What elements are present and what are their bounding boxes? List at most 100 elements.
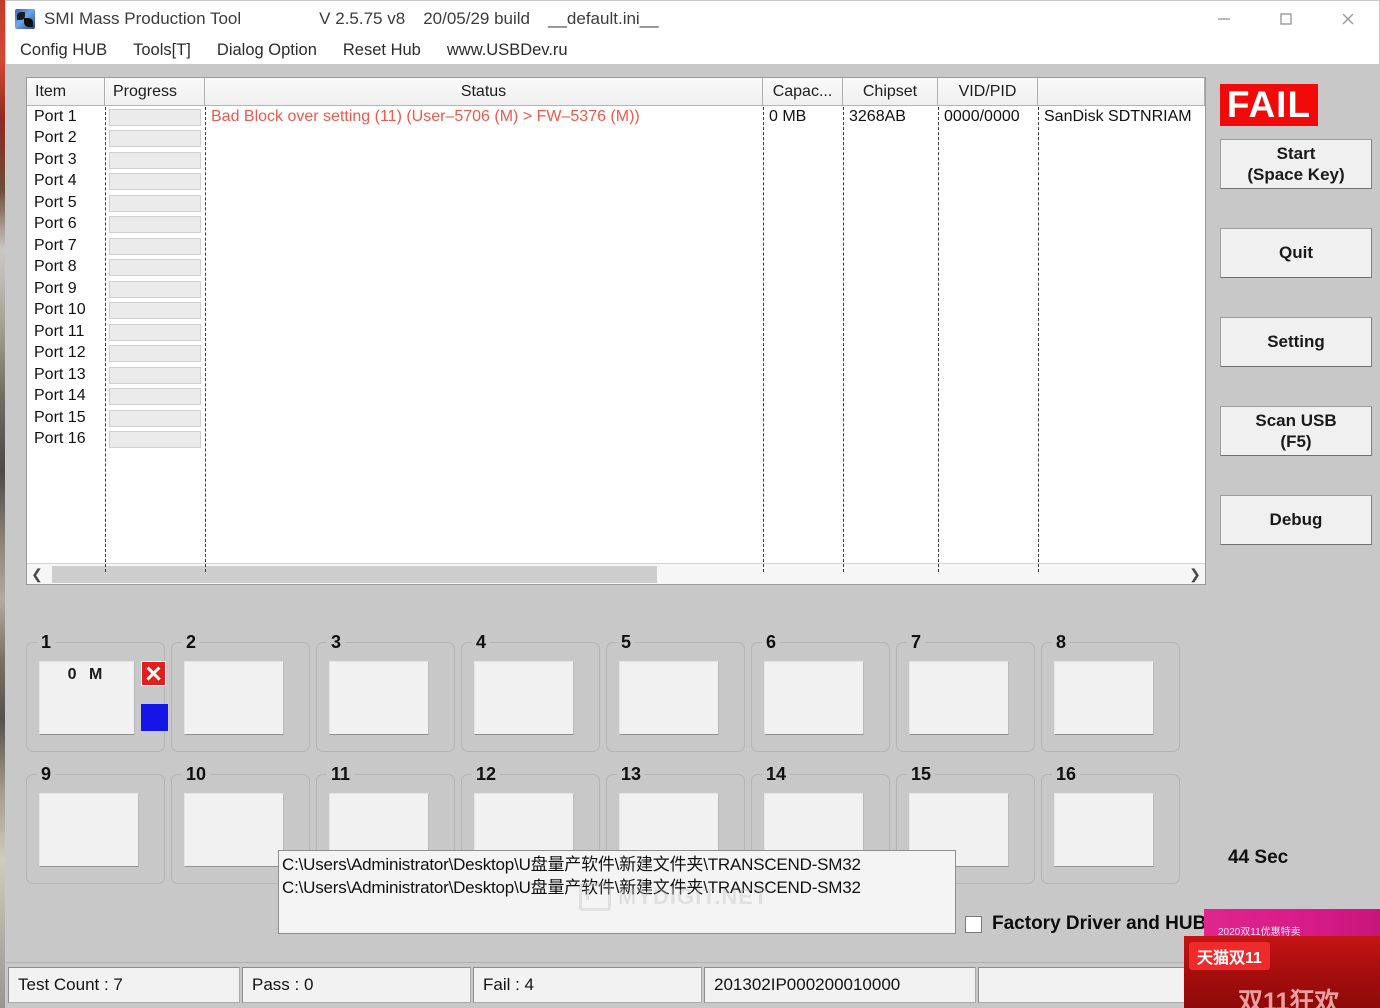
table-row[interactable]: Port 14 [27, 386, 1205, 408]
column-header-model[interactable] [1038, 78, 1205, 105]
table-row[interactable]: Port 5 [27, 192, 1205, 214]
table-row[interactable]: Port 7 [27, 235, 1205, 257]
progress-cell [105, 257, 205, 279]
progress-cell [105, 171, 205, 193]
port-panel-16[interactable]: 16 [1041, 764, 1180, 884]
progress-cell [105, 386, 205, 408]
smi-mass-production-tool-window: SMI Mass Production Tool V 2.5.75 v8 20/… [5, 0, 1380, 1008]
port-panel-8[interactable]: 8 [1041, 632, 1180, 752]
port-panel-4[interactable]: 4 [461, 632, 600, 752]
port-panel-7[interactable]: 7 [896, 632, 1035, 752]
table-row[interactable]: Port 12 [27, 343, 1205, 365]
serial-cell: 201302IP000200010000 [704, 967, 976, 1003]
ad-banner-main[interactable]: 天猫双11 双11狂欢 [1184, 936, 1380, 1008]
close-icon[interactable] [1317, 1, 1379, 37]
start-button[interactable]: Start (Space Key) [1220, 139, 1372, 189]
port-panel-6[interactable]: 6 [751, 632, 890, 752]
status-cell [205, 278, 763, 300]
port-screen [329, 661, 429, 735]
log-textbox[interactable]: C:\Users\Administrator\Desktop\U盘量产软件\新建… [278, 850, 956, 934]
table-row[interactable]: Port 13 [27, 364, 1205, 386]
chevron-left-icon[interactable]: ❮ [27, 564, 47, 584]
chipset-cell [843, 149, 938, 171]
port-panel-2[interactable]: 2 [171, 632, 310, 752]
item-cell: Port 1 [34, 107, 77, 125]
model-cell [1038, 364, 1205, 386]
quit-button[interactable]: Quit [1220, 228, 1372, 278]
capacity-cell [763, 429, 843, 451]
model-cell: SanDisk SDTNRIAM [1044, 107, 1192, 125]
vidpid-cell [938, 171, 1038, 193]
port-capacity-label: 0 M [67, 666, 107, 683]
port-number-label: 6 [762, 632, 781, 652]
capacity-cell [763, 214, 843, 236]
status-cell [205, 343, 763, 365]
menu-item-tools[interactable]: Tools[T] [133, 41, 191, 60]
column-header-capacity[interactable]: Capac... [763, 78, 843, 105]
table-row[interactable]: Port 9 [27, 278, 1205, 300]
model-cell [1038, 192, 1205, 214]
port-status-listview[interactable]: Item Progress Status Capac... Chipset VID/PID… [26, 77, 1206, 585]
promo-ad-popup[interactable]: 2020双11优惠特卖 天猫双11 双11狂欢 [1172, 900, 1380, 1008]
progress-cell [105, 300, 205, 322]
vidpid-cell [938, 429, 1038, 451]
menu-item-config-hub[interactable]: Config HUB [20, 41, 107, 60]
column-header-item[interactable]: Item [27, 78, 105, 105]
chipset-cell [843, 257, 938, 279]
port-number-label: 5 [617, 632, 636, 652]
status-cell: Bad Block over setting (11) (User–5706 (… [211, 107, 640, 125]
port-screen [1054, 793, 1154, 867]
debug-button[interactable]: Debug [1220, 495, 1372, 545]
factory-driver-row[interactable]: Factory Driver and HUB [965, 913, 1206, 935]
port-panel-1[interactable]: 1 0 M [26, 632, 168, 752]
table-row[interactable]: Port 15 [27, 407, 1205, 429]
vidpid-cell [938, 343, 1038, 365]
progress-cell [105, 364, 205, 386]
chipset-cell [843, 364, 938, 386]
chipset-cell: 3268AB [849, 107, 906, 125]
port-panel-5[interactable]: 5 [606, 632, 745, 752]
menu-item-reset-hub[interactable]: Reset Hub [343, 41, 421, 60]
setting-button[interactable]: Setting [1220, 317, 1372, 367]
table-row[interactable]: Port 1 Bad Block over setting (11) (User–… [27, 106, 1205, 128]
factory-driver-checkbox[interactable] [965, 915, 982, 933]
chipset-cell [843, 343, 938, 365]
table-row[interactable]: Port 2 [27, 128, 1205, 150]
port-number-label: 9 [37, 764, 56, 784]
table-row[interactable]: Port 8 [27, 257, 1205, 279]
scan-usb-button[interactable]: Scan USB (F5) [1220, 406, 1372, 456]
column-header-status[interactable]: Status [205, 78, 763, 105]
menu-item-dialog-option[interactable]: Dialog Option [217, 41, 317, 60]
column-header-progress[interactable]: Progress [105, 78, 205, 105]
table-row[interactable]: Port 16 [27, 429, 1205, 451]
table-row[interactable]: Port 3 [27, 149, 1205, 171]
column-header-vidpid[interactable]: VID/PID [938, 78, 1038, 105]
port-number-label: 2 [182, 632, 201, 652]
progress-cell [105, 278, 205, 300]
chevron-right-icon[interactable]: ❯ [1185, 564, 1205, 584]
scrollbar-track[interactable] [47, 565, 1185, 583]
maximize-icon[interactable] [1255, 1, 1317, 37]
port-panel-9[interactable]: 9 [26, 764, 165, 884]
vidpid-cell [938, 407, 1038, 429]
capacity-cell [763, 257, 843, 279]
column-header-chipset[interactable]: Chipset [843, 78, 938, 105]
table-row[interactable]: Port 6 [27, 214, 1205, 236]
item-cell: Port 15 [34, 408, 86, 426]
minimize-icon[interactable] [1193, 1, 1255, 37]
vidpid-cell [938, 128, 1038, 150]
listview-horizontal-scrollbar[interactable]: ❮ ❯ [27, 563, 1205, 584]
table-row[interactable]: Port 10 [27, 300, 1205, 322]
port-led-indicator [141, 704, 168, 731]
menu-item-usbdev-link[interactable]: www.USBDev.ru [447, 41, 568, 60]
model-cell [1038, 235, 1205, 257]
model-cell [1038, 171, 1205, 193]
table-row[interactable]: Port 4 [27, 171, 1205, 193]
progress-cell [105, 343, 205, 365]
scrollbar-thumb[interactable] [52, 565, 657, 583]
table-row[interactable]: Port 11 [27, 321, 1205, 343]
model-cell [1038, 128, 1205, 150]
port-panel-3[interactable]: 3 [316, 632, 455, 752]
ad-badge: 天猫双11 [1189, 942, 1270, 970]
vidpid-cell [938, 278, 1038, 300]
